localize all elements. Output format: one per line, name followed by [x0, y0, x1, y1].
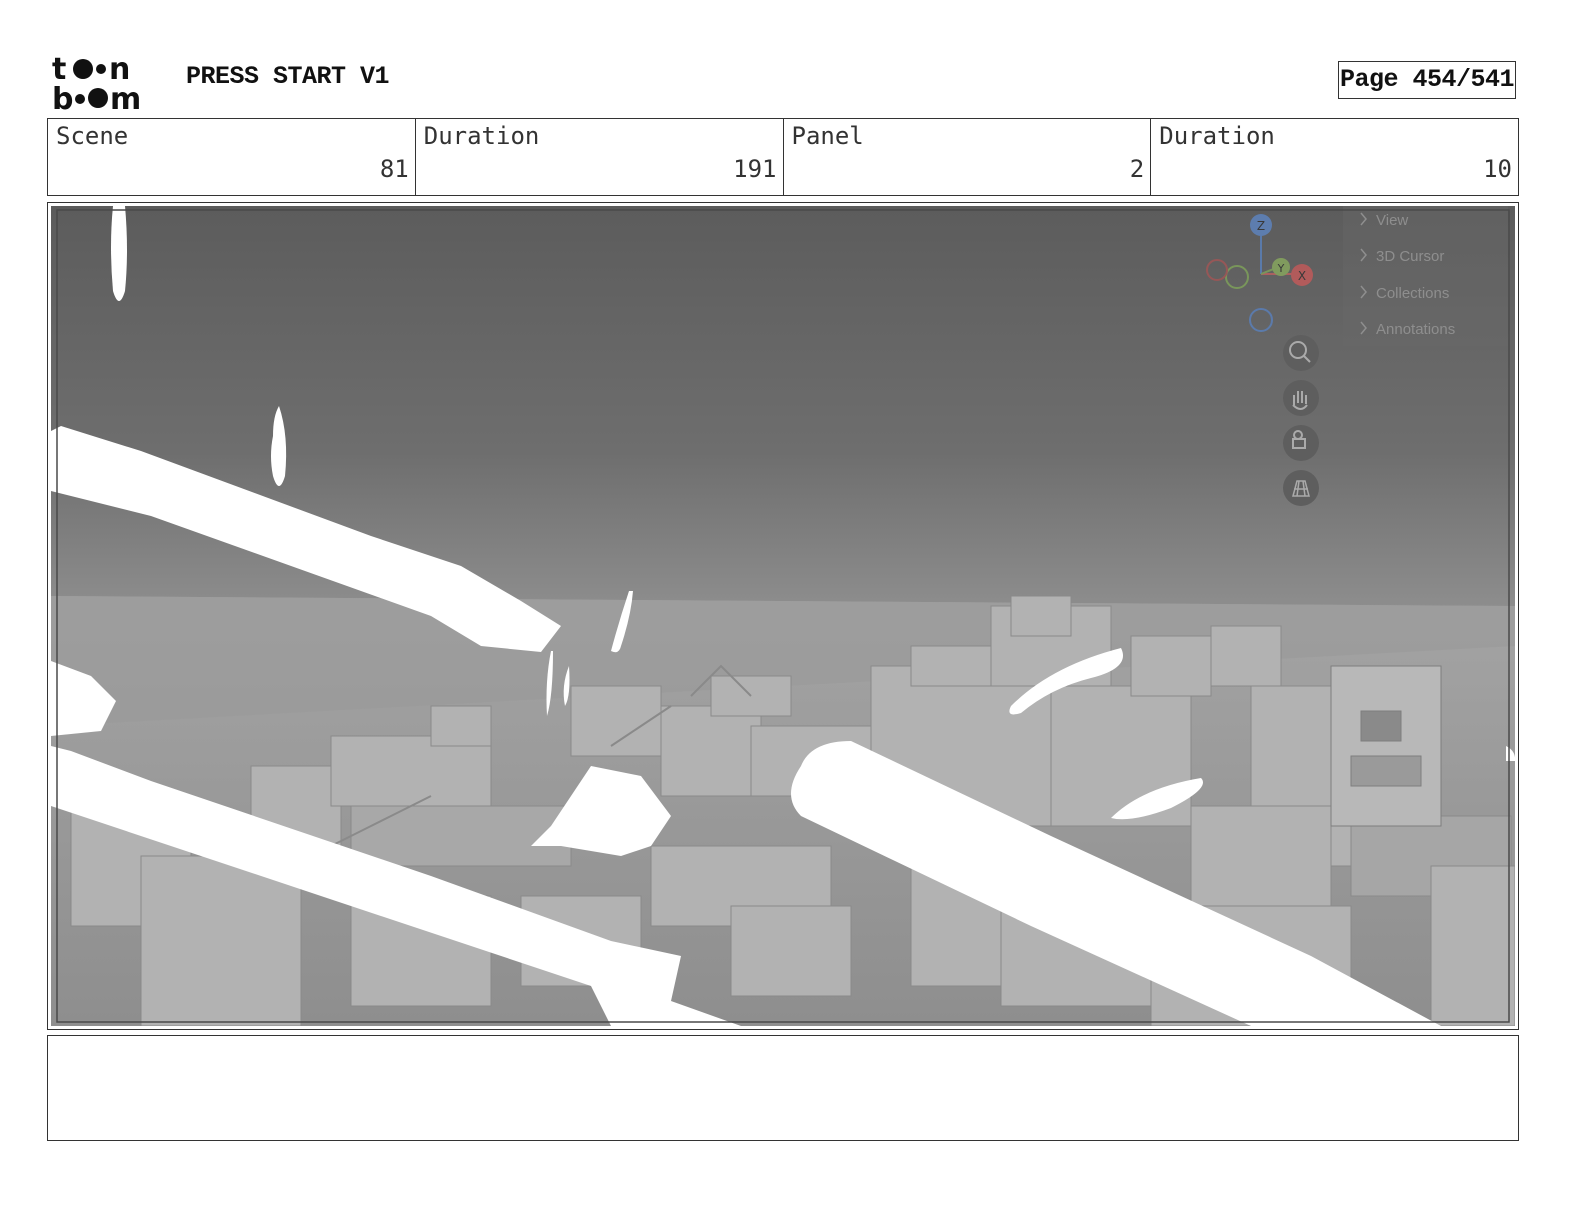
menu-item-annotations: Annotations	[1376, 321, 1455, 338]
panel-label: Panel	[791, 122, 864, 150]
panel-value: 2	[1129, 155, 1145, 183]
svg-text:Y: Y	[1277, 262, 1285, 275]
panel-cell: Panel 2	[784, 119, 1152, 195]
scene-duration-value: 191	[733, 155, 777, 183]
menu-item-collections: Collections	[1376, 285, 1449, 302]
storyboard-panel-image: Z Y X View 3D Cursor Collections Annotat…	[51, 206, 1515, 1026]
scene-duration-label: Duration	[423, 122, 540, 150]
page-number: Page 454/541	[1338, 61, 1516, 99]
scene-info-table: Scene 81 Duration 191 Panel 2 Duration 1…	[47, 118, 1519, 196]
grid-perspective-icon[interactable]	[1283, 470, 1319, 506]
scene-cell: Scene 81	[48, 119, 416, 195]
scene-label: Scene	[56, 122, 129, 150]
svg-text:Z: Z	[1257, 219, 1265, 233]
panel-duration-cell: Duration 10	[1151, 119, 1518, 195]
project-title: PRESS START V1	[186, 62, 390, 91]
svg-text:b: b	[52, 82, 73, 112]
zoom-icon[interactable]	[1283, 335, 1319, 371]
panel-duration-label: Duration	[1159, 122, 1275, 150]
panel-duration-value: 10	[1483, 155, 1512, 183]
menu-item-3d-cursor: 3D Cursor	[1376, 248, 1444, 265]
svg-text:m: m	[110, 82, 141, 112]
caption-box	[47, 1035, 1519, 1141]
sidebar-panel: View 3D Cursor Collections Annotations	[1343, 206, 1508, 346]
svg-text:X: X	[1298, 269, 1306, 283]
toonboom-logo: t n b m	[52, 52, 141, 112]
scene-value: 81	[379, 155, 409, 183]
camera-icon[interactable]	[1283, 425, 1319, 461]
hand-pan-icon[interactable]	[1283, 380, 1319, 416]
scene-duration-cell: Duration 191	[416, 119, 784, 195]
menu-item-view: View	[1376, 212, 1408, 229]
